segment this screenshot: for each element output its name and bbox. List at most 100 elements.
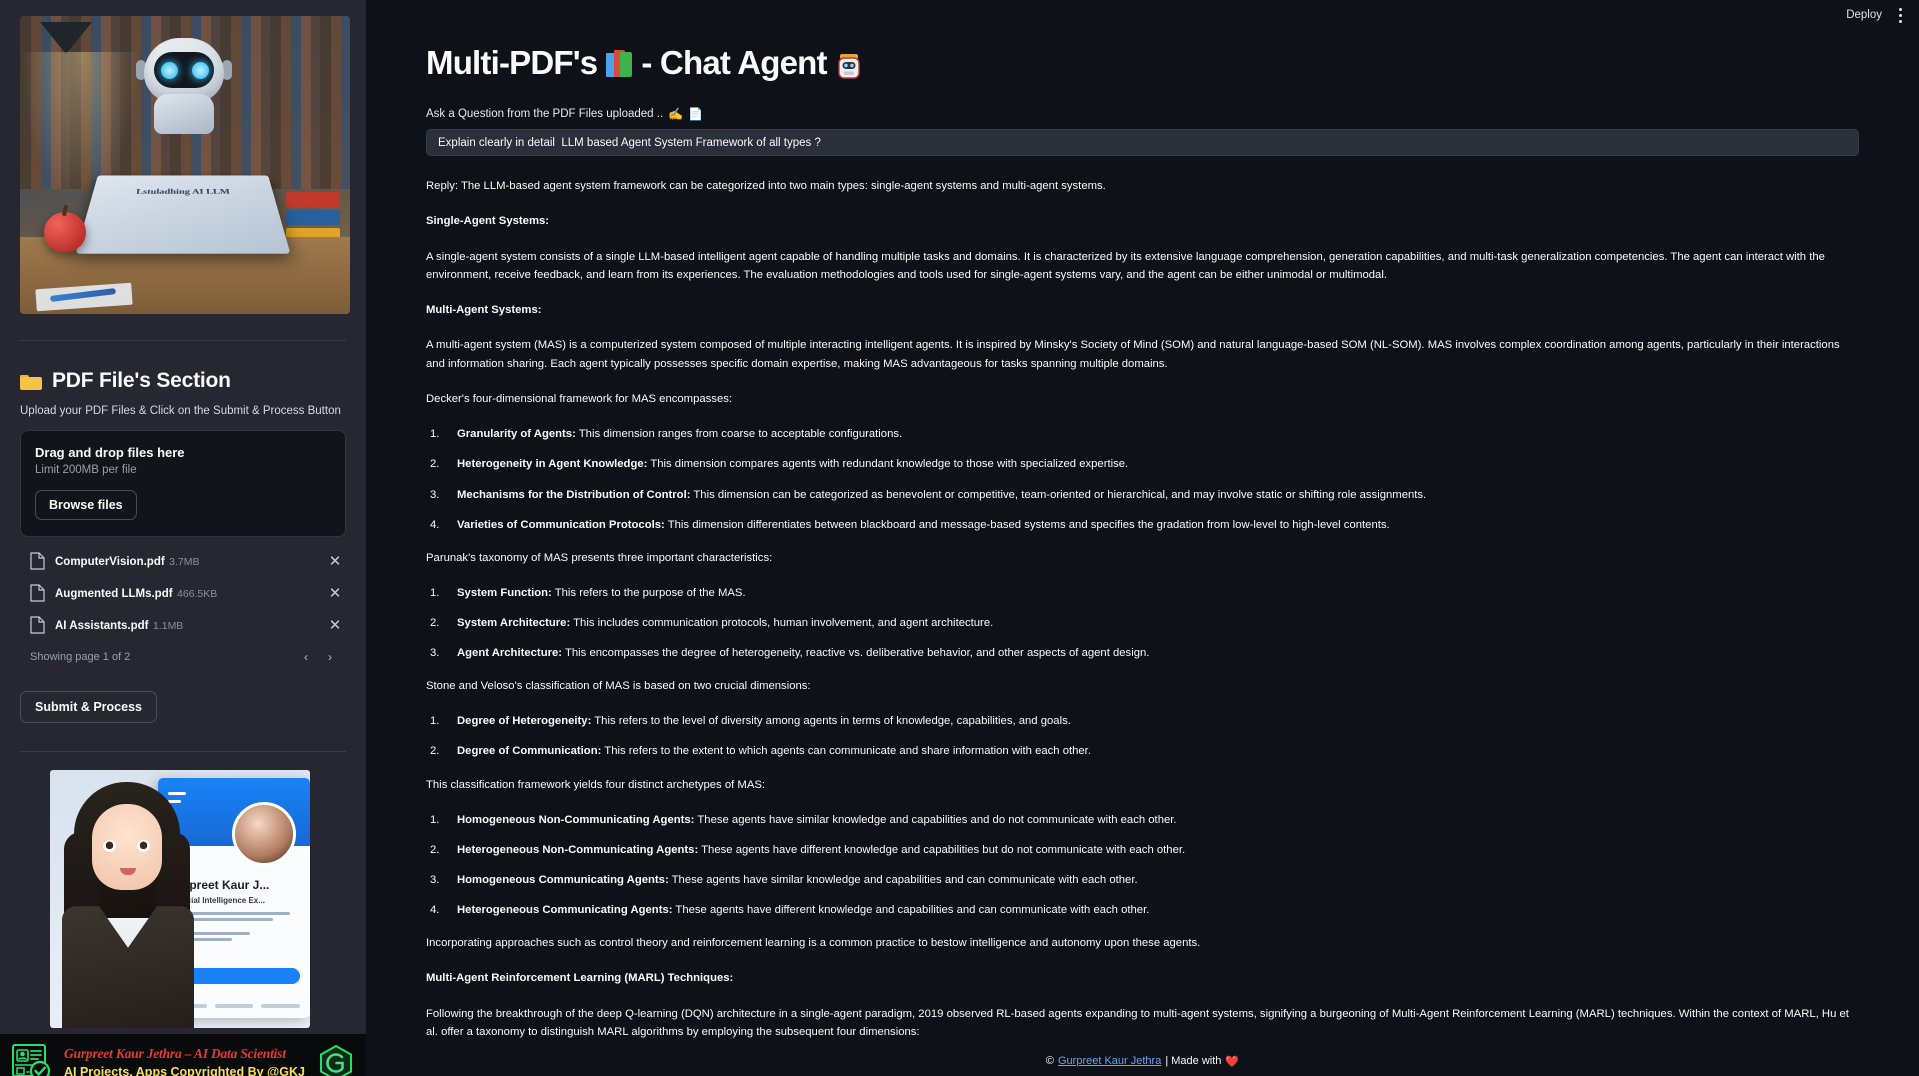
ask-question-label-text: Ask a Question from the PDF Files upload…	[426, 108, 664, 120]
file-size: 1.1MB	[152, 620, 184, 633]
robot-icon	[836, 50, 862, 79]
gkj-logo-icon	[316, 1043, 356, 1076]
banner-author-name: Gurpreet Kaur Jethra – AI Data Scientist	[64, 1046, 286, 1061]
paragraph-incorporating: Incorporating approaches such as control…	[426, 937, 1201, 950]
page-icon: 📄	[688, 107, 704, 121]
pdf-section-title-text: PDF File's Section	[52, 369, 231, 392]
ask-question-label: Ask a Question from the PDF Files upload…	[426, 108, 1859, 120]
list-item: Augmented LLMs.pdf 466.5KB ✕	[20, 577, 346, 609]
close-icon[interactable]: ✕	[324, 614, 346, 636]
list-term: Heterogeneity in Agent Knowledge:	[457, 458, 648, 471]
list-item: 1. System Function: This refers to the pu…	[426, 584, 1859, 602]
list-term: Mechanisms for the Distribution of Contr…	[457, 488, 691, 501]
list-item: 1. Degree of Heterogeneity: This refers t…	[426, 712, 1859, 730]
list-desc: This dimension ranges from coarse to acc…	[575, 428, 903, 441]
heart-icon: ❤️	[1225, 1055, 1240, 1068]
profile-illustration: Gurpreet Kaur J... Artuicial Intelligenc…	[50, 770, 310, 1029]
list-term: System Function:	[457, 586, 552, 599]
sidebar: Lstuladhing AI LLM PDF File's Section Up…	[0, 0, 366, 1076]
list-item: 4. Varieties of Communication Protocols: …	[426, 516, 1859, 534]
list-number: 1.	[430, 428, 440, 441]
list-item: 3. Homogeneous Communicating Agents: Thes…	[426, 871, 1859, 889]
open-book: Lstuladhing AI LLM	[75, 175, 291, 254]
list-number: 2.	[430, 745, 440, 758]
pager-status: Showing page 1 of 2	[30, 651, 131, 664]
folder-icon	[20, 373, 42, 390]
chevron-right-icon[interactable]: ›	[322, 649, 338, 665]
book-title-text: Lstuladhing AI LLM	[135, 187, 231, 196]
file-size: 3.7MB	[169, 556, 200, 569]
paragraph-stone-intro: Stone and Veloso's classification of MAS…	[426, 680, 811, 693]
file-icon	[30, 616, 45, 634]
list-number: 4.	[430, 518, 440, 531]
list-item: 3. Mechanisms for the Distribution of Con…	[426, 486, 1859, 504]
main-footer: © Gurpreet Kaur Jethra | Made with ❤️	[366, 1046, 1919, 1076]
page-title-text-1: Multi-PDF's	[426, 44, 598, 81]
books-icon	[606, 49, 633, 77]
file-icon	[30, 552, 45, 570]
parunak-list: 1. System Function: This refers to the pu…	[426, 584, 1859, 662]
list-term: Heterogeneous Non-Communicating Agents:	[457, 843, 699, 856]
list-desc: These agents have similar knowledge and …	[694, 813, 1177, 826]
file-icon	[30, 584, 45, 602]
close-icon[interactable]: ✕	[324, 550, 346, 572]
list-item: 4. Heterogeneous Communicating Agents: Th…	[426, 901, 1859, 919]
heading-multi-agent: Multi-Agent Systems:	[426, 304, 542, 317]
list-number: 4.	[430, 904, 440, 917]
chevron-left-icon[interactable]: ‹	[298, 649, 314, 665]
sidebar-divider-top	[20, 340, 346, 341]
reply-intro: Reply: The LLM-based agent system framew…	[426, 180, 1106, 192]
pdf-section-title: PDF File's Section	[20, 369, 346, 393]
main-content: Deploy Multi-PDF's - Chat Agent Ask a Qu…	[366, 0, 1919, 1076]
submit-process-button[interactable]: Submit & Process	[20, 691, 157, 724]
paragraph-marl: Following the breakthrough of the deep Q…	[426, 1007, 1849, 1038]
list-term: Degree of Communication:	[457, 745, 602, 758]
browse-files-button[interactable]: Browse files	[35, 490, 137, 521]
list-term: Degree of Heterogeneity:	[457, 715, 592, 728]
paragraph-parunak-intro: Parunak's taxonomy of MAS presents three…	[426, 551, 773, 564]
writing-hand-icon: ✍️	[668, 107, 684, 121]
list-term: Homogeneous Communicating Agents:	[457, 873, 669, 886]
list-desc: This refers to the purpose of the MAS.	[551, 586, 746, 599]
stone-list: 1. Degree of Heterogeneity: This refers t…	[426, 712, 1859, 760]
list-number: 1.	[430, 586, 440, 599]
list-desc: This refers to the extent to which agent…	[601, 745, 1091, 758]
content-scroll-area: Multi-PDF's - Chat Agent Ask a Question …	[366, 0, 1919, 1076]
file-name: AI Assistants.pdf	[55, 620, 149, 633]
avatar	[232, 802, 296, 867]
footer-author-link[interactable]: Gurpreet Kaur Jethra	[1058, 1055, 1161, 1067]
question-input[interactable]	[426, 129, 1859, 156]
list-item: 1. Granularity of Agents: This dimension …	[426, 425, 1859, 443]
archetype-list: 1. Homogeneous Non-Communicating Agents: …	[426, 811, 1859, 919]
list-desc: These agents have different knowledge an…	[698, 843, 1186, 856]
list-term: Granularity of Agents:	[457, 428, 576, 441]
banner-copyright: AI Projects, Apps Copyrighted By @GKJ	[64, 1065, 305, 1076]
list-number: 3.	[430, 647, 440, 660]
file-name: ComputerVision.pdf	[55, 556, 165, 569]
list-number: 2.	[430, 843, 440, 856]
sidebar-divider-bottom	[20, 751, 346, 753]
app-root: Lstuladhing AI LLM PDF File's Section Up…	[0, 0, 1919, 1076]
dropzone-limit: Limit 200MB per file	[35, 464, 137, 477]
decker-list: 1. Granularity of Agents: This dimension …	[426, 425, 1859, 533]
list-term: Heterogeneous Communicating Agents:	[457, 904, 673, 917]
dropzone-title: Drag and drop files here	[35, 445, 185, 461]
file-size: 466.5KB	[177, 588, 218, 601]
close-icon[interactable]: ✕	[324, 582, 346, 604]
uploaded-file-list: ComputerVision.pdf 3.7MB ✕ Augmented LLM…	[20, 545, 346, 641]
list-item: 2. Heterogeneity in Agent Knowledge: This…	[426, 455, 1859, 473]
list-desc: These agents have similar knowledge and …	[668, 873, 1138, 886]
profile-person-figure	[52, 776, 202, 1029]
deploy-button[interactable]: Deploy	[1846, 9, 1882, 21]
list-number: 3.	[430, 488, 440, 501]
list-number: 1.	[430, 715, 440, 728]
page-title: Multi-PDF's - Chat Agent	[426, 44, 1859, 82]
list-number: 2.	[430, 458, 440, 471]
list-desc: This dimension compares agents with redu…	[647, 458, 1129, 471]
list-item: ComputerVision.pdf 3.7MB ✕	[20, 545, 346, 577]
list-desc: This dimension can be categorized as ben…	[690, 488, 1427, 501]
sidebar-footer-banner: Gurpreet Kaur Jethra – AI Data Scientist…	[0, 1034, 366, 1076]
file-name: Augmented LLMs.pdf	[55, 588, 173, 601]
kebab-menu-icon[interactable]	[1896, 5, 1905, 26]
file-dropzone[interactable]: Drag and drop files here Limit 200MB per…	[20, 430, 346, 538]
